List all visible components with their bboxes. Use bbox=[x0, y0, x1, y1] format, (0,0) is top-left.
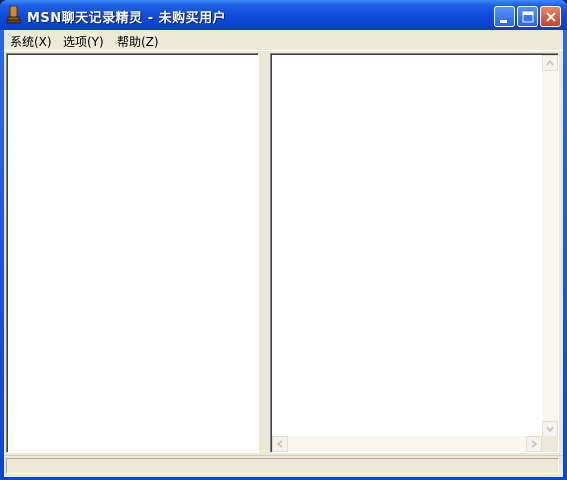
minimize-button[interactable] bbox=[494, 6, 515, 27]
chat-log-pane[interactable] bbox=[270, 53, 559, 453]
vertical-scrollbar[interactable] bbox=[542, 55, 558, 437]
maximize-icon bbox=[522, 11, 534, 23]
title-bar[interactable]: MSN聊天记录精灵 - 未购买用户 bbox=[0, 0, 567, 30]
pane-splitter[interactable] bbox=[260, 53, 270, 453]
close-icon bbox=[546, 12, 556, 22]
horizontal-scrollbar[interactable] bbox=[272, 436, 542, 452]
maximize-button[interactable] bbox=[517, 6, 538, 27]
scroll-right-button[interactable] bbox=[526, 436, 542, 452]
chevron-right-icon bbox=[531, 440, 538, 448]
chevron-up-icon bbox=[546, 59, 554, 66]
scroll-corner bbox=[542, 436, 558, 452]
chevron-down-icon bbox=[546, 426, 554, 433]
chevron-left-icon bbox=[276, 440, 283, 448]
menu-system[interactable]: 系统(X) bbox=[10, 33, 52, 50]
close-button[interactable] bbox=[540, 6, 561, 27]
minimize-icon bbox=[500, 20, 507, 23]
scroll-down-button[interactable] bbox=[542, 421, 558, 437]
client-area: 系统(X) 选项(Y) 帮助(Z) bbox=[4, 30, 563, 477]
menu-help[interactable]: 帮助(Z) bbox=[117, 33, 159, 50]
status-bar bbox=[4, 455, 563, 477]
status-panel bbox=[6, 458, 559, 474]
scroll-left-button[interactable] bbox=[272, 436, 288, 452]
menu-options[interactable]: 选项(Y) bbox=[63, 33, 104, 50]
contact-list-pane[interactable] bbox=[6, 53, 259, 453]
window-title: MSN聊天记录精灵 - 未购买用户 bbox=[27, 11, 227, 26]
app-window: MSN聊天记录精灵 - 未购买用户 系统(X) 选项(Y) 帮助(Z) bbox=[0, 0, 567, 480]
menu-bar: 系统(X) 选项(Y) 帮助(Z) bbox=[4, 30, 563, 51]
scroll-up-button[interactable] bbox=[542, 55, 558, 71]
app-icon bbox=[6, 5, 22, 24]
